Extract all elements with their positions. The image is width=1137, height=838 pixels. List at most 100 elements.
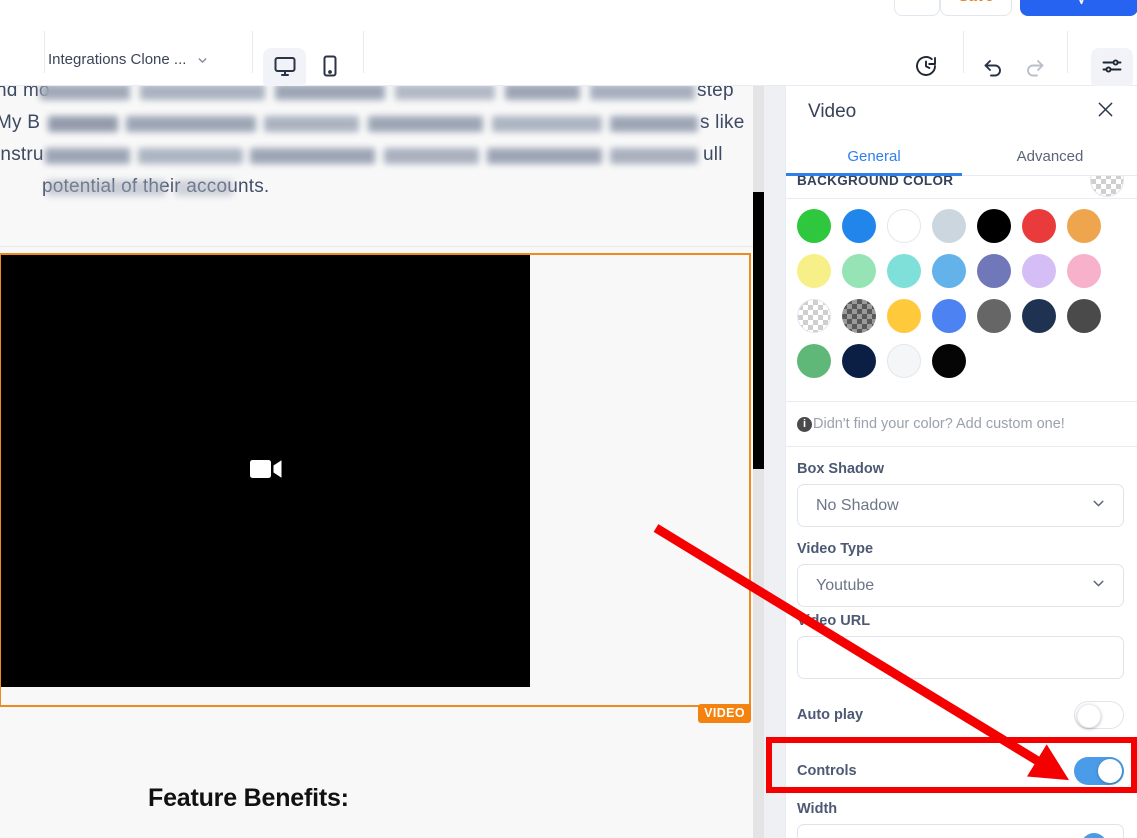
box-shadow-label: Box Shadow (797, 461, 885, 477)
controls-toggle[interactable] (1074, 757, 1124, 785)
box-shadow-value: No Shadow (816, 496, 899, 514)
undo-button[interactable] (972, 48, 1014, 89)
color-swatch-turquoise[interactable] (887, 254, 921, 288)
video-url-field: Video URL (786, 613, 1137, 679)
color-swatch-off-white[interactable] (887, 344, 921, 378)
video-camera-icon (249, 457, 283, 486)
video-type-field: Video Type Youtube (786, 541, 1137, 607)
chevron-down-icon (196, 54, 208, 66)
color-swatch-royal-blue[interactable] (932, 299, 966, 333)
toolbar-undo-redo-group (972, 48, 1056, 89)
custom-color-hint: Didn't find your color? Add custom one! (813, 416, 1065, 432)
paragraph-line-1-end: step (697, 86, 734, 101)
tab-advanced[interactable]: Advanced (962, 138, 1137, 175)
view-mode-mobile-button[interactable] (308, 48, 351, 89)
canvas-scrollbar-thumb[interactable] (753, 192, 764, 469)
auto-play-toggle[interactable] (1074, 701, 1124, 729)
redaction-smudge (368, 116, 483, 132)
color-swatch-green[interactable] (797, 209, 831, 243)
redaction-smudge (505, 86, 580, 100)
save-button[interactable]: Save (940, 0, 1012, 16)
color-swatch-orange[interactable] (1067, 209, 1101, 243)
color-swatch-lavender[interactable] (1022, 254, 1056, 288)
color-swatch-dark-gray[interactable] (1067, 299, 1101, 333)
panel-header: Video (786, 86, 1137, 138)
redaction-smudge (45, 148, 130, 164)
color-swatch-blue[interactable] (842, 209, 876, 243)
feature-benefits-heading: Feature Benefits: (148, 784, 349, 812)
publish-button[interactable] (1020, 0, 1137, 16)
block-separator (0, 246, 753, 247)
controls-label: Controls (797, 763, 857, 779)
video-settings-panel: Video General Advanced BACKGROUND COLOR (785, 86, 1137, 838)
redaction-smudge (126, 116, 256, 132)
redaction-smudge (40, 86, 130, 100)
chevron-down-icon (1090, 495, 1107, 517)
history-button[interactable] (905, 48, 947, 89)
color-swatch-semi-dark[interactable] (842, 299, 876, 333)
paragraph-block[interactable]: nd mo step My B s like instru ull potent… (0, 86, 753, 231)
toggle-knob (1098, 759, 1122, 783)
color-swatch-light-steel[interactable] (932, 209, 966, 243)
color-swatch-navy[interactable] (1022, 299, 1056, 333)
color-swatch-pure-black[interactable] (932, 344, 966, 378)
color-swatch-periwinkle[interactable] (977, 254, 1011, 288)
close-panel-button[interactable] (1095, 99, 1116, 125)
paper-plane-icon (1069, 0, 1089, 10)
panel-scroll-content[interactable]: BACKGROUND COLOR i Didn't find your colo… (786, 176, 1137, 838)
auto-play-row: Auto play (786, 687, 1137, 743)
redo-button[interactable] (1014, 48, 1056, 89)
user-avatar-button[interactable] (894, 0, 940, 16)
video-type-select[interactable]: Youtube (797, 564, 1124, 607)
color-swatch-black[interactable] (977, 209, 1011, 243)
video-type-value: Youtube (816, 576, 875, 594)
page-canvas[interactable]: nd mo step My B s like instru ull potent… (0, 86, 753, 838)
tab-general[interactable]: General (786, 138, 962, 176)
redaction-smudge (610, 116, 698, 132)
color-swatch-white[interactable] (887, 209, 921, 243)
panel-title: Video (808, 101, 857, 122)
paragraph-line-2-start: My B (0, 112, 41, 133)
toolbar-divider-5 (1067, 31, 1068, 73)
page-selector-label: Integrations Clone ... (48, 51, 187, 68)
color-swatch-pink[interactable] (1067, 254, 1101, 288)
toolbar-divider-4 (963, 31, 964, 73)
redaction-smudge (492, 116, 602, 132)
redaction-smudge (175, 180, 233, 196)
color-swatch-gray[interactable] (977, 299, 1011, 333)
box-shadow-select[interactable]: No Shadow (797, 484, 1124, 527)
toolbar-history-group (905, 48, 947, 89)
color-swatch-pale-yellow[interactable] (797, 254, 831, 288)
controls-row: Controls (786, 743, 1137, 799)
redaction-smudge (46, 180, 166, 196)
redaction-smudge (250, 148, 375, 164)
color-swatch-deep-navy[interactable] (842, 344, 876, 378)
background-color-section-header: BACKGROUND COLOR (786, 176, 1137, 197)
video-url-label: Video URL (797, 613, 871, 629)
page-selector-dropdown[interactable]: Integrations Clone ... (48, 51, 208, 68)
current-background-swatch[interactable] (1090, 176, 1124, 197)
redaction-smudge (384, 148, 479, 164)
desktop-icon (273, 54, 297, 83)
color-swatch-mint[interactable] (842, 254, 876, 288)
toolbar-settings-group (1091, 48, 1133, 89)
color-swatch-sea-green[interactable] (797, 344, 831, 378)
width-field: Width Full Width (786, 801, 1137, 838)
video-placeholder[interactable] (1, 255, 530, 687)
paragraph-line-3: instru (0, 144, 44, 166)
video-block-selected[interactable]: VIDEO (0, 253, 751, 723)
custom-color-hint-row[interactable]: i Didn't find your color? Add custom one… (786, 401, 1137, 447)
color-swatch-red[interactable] (1022, 209, 1056, 243)
color-swatch-sky-blue[interactable] (932, 254, 966, 288)
video-url-input[interactable] (797, 636, 1124, 679)
settings-panel-button[interactable] (1091, 48, 1133, 89)
redaction-smudge (140, 86, 265, 100)
width-indicator-dot (1081, 832, 1107, 838)
view-mode-desktop-button[interactable] (263, 48, 306, 89)
color-swatch-transparent[interactable] (797, 299, 831, 333)
width-label: Width (797, 801, 838, 817)
close-x-icon (1095, 99, 1116, 125)
width-select[interactable]: Full Width (797, 824, 1124, 838)
color-swatch-yellow[interactable] (887, 299, 921, 333)
paragraph-line-3-end: ull (703, 144, 723, 165)
